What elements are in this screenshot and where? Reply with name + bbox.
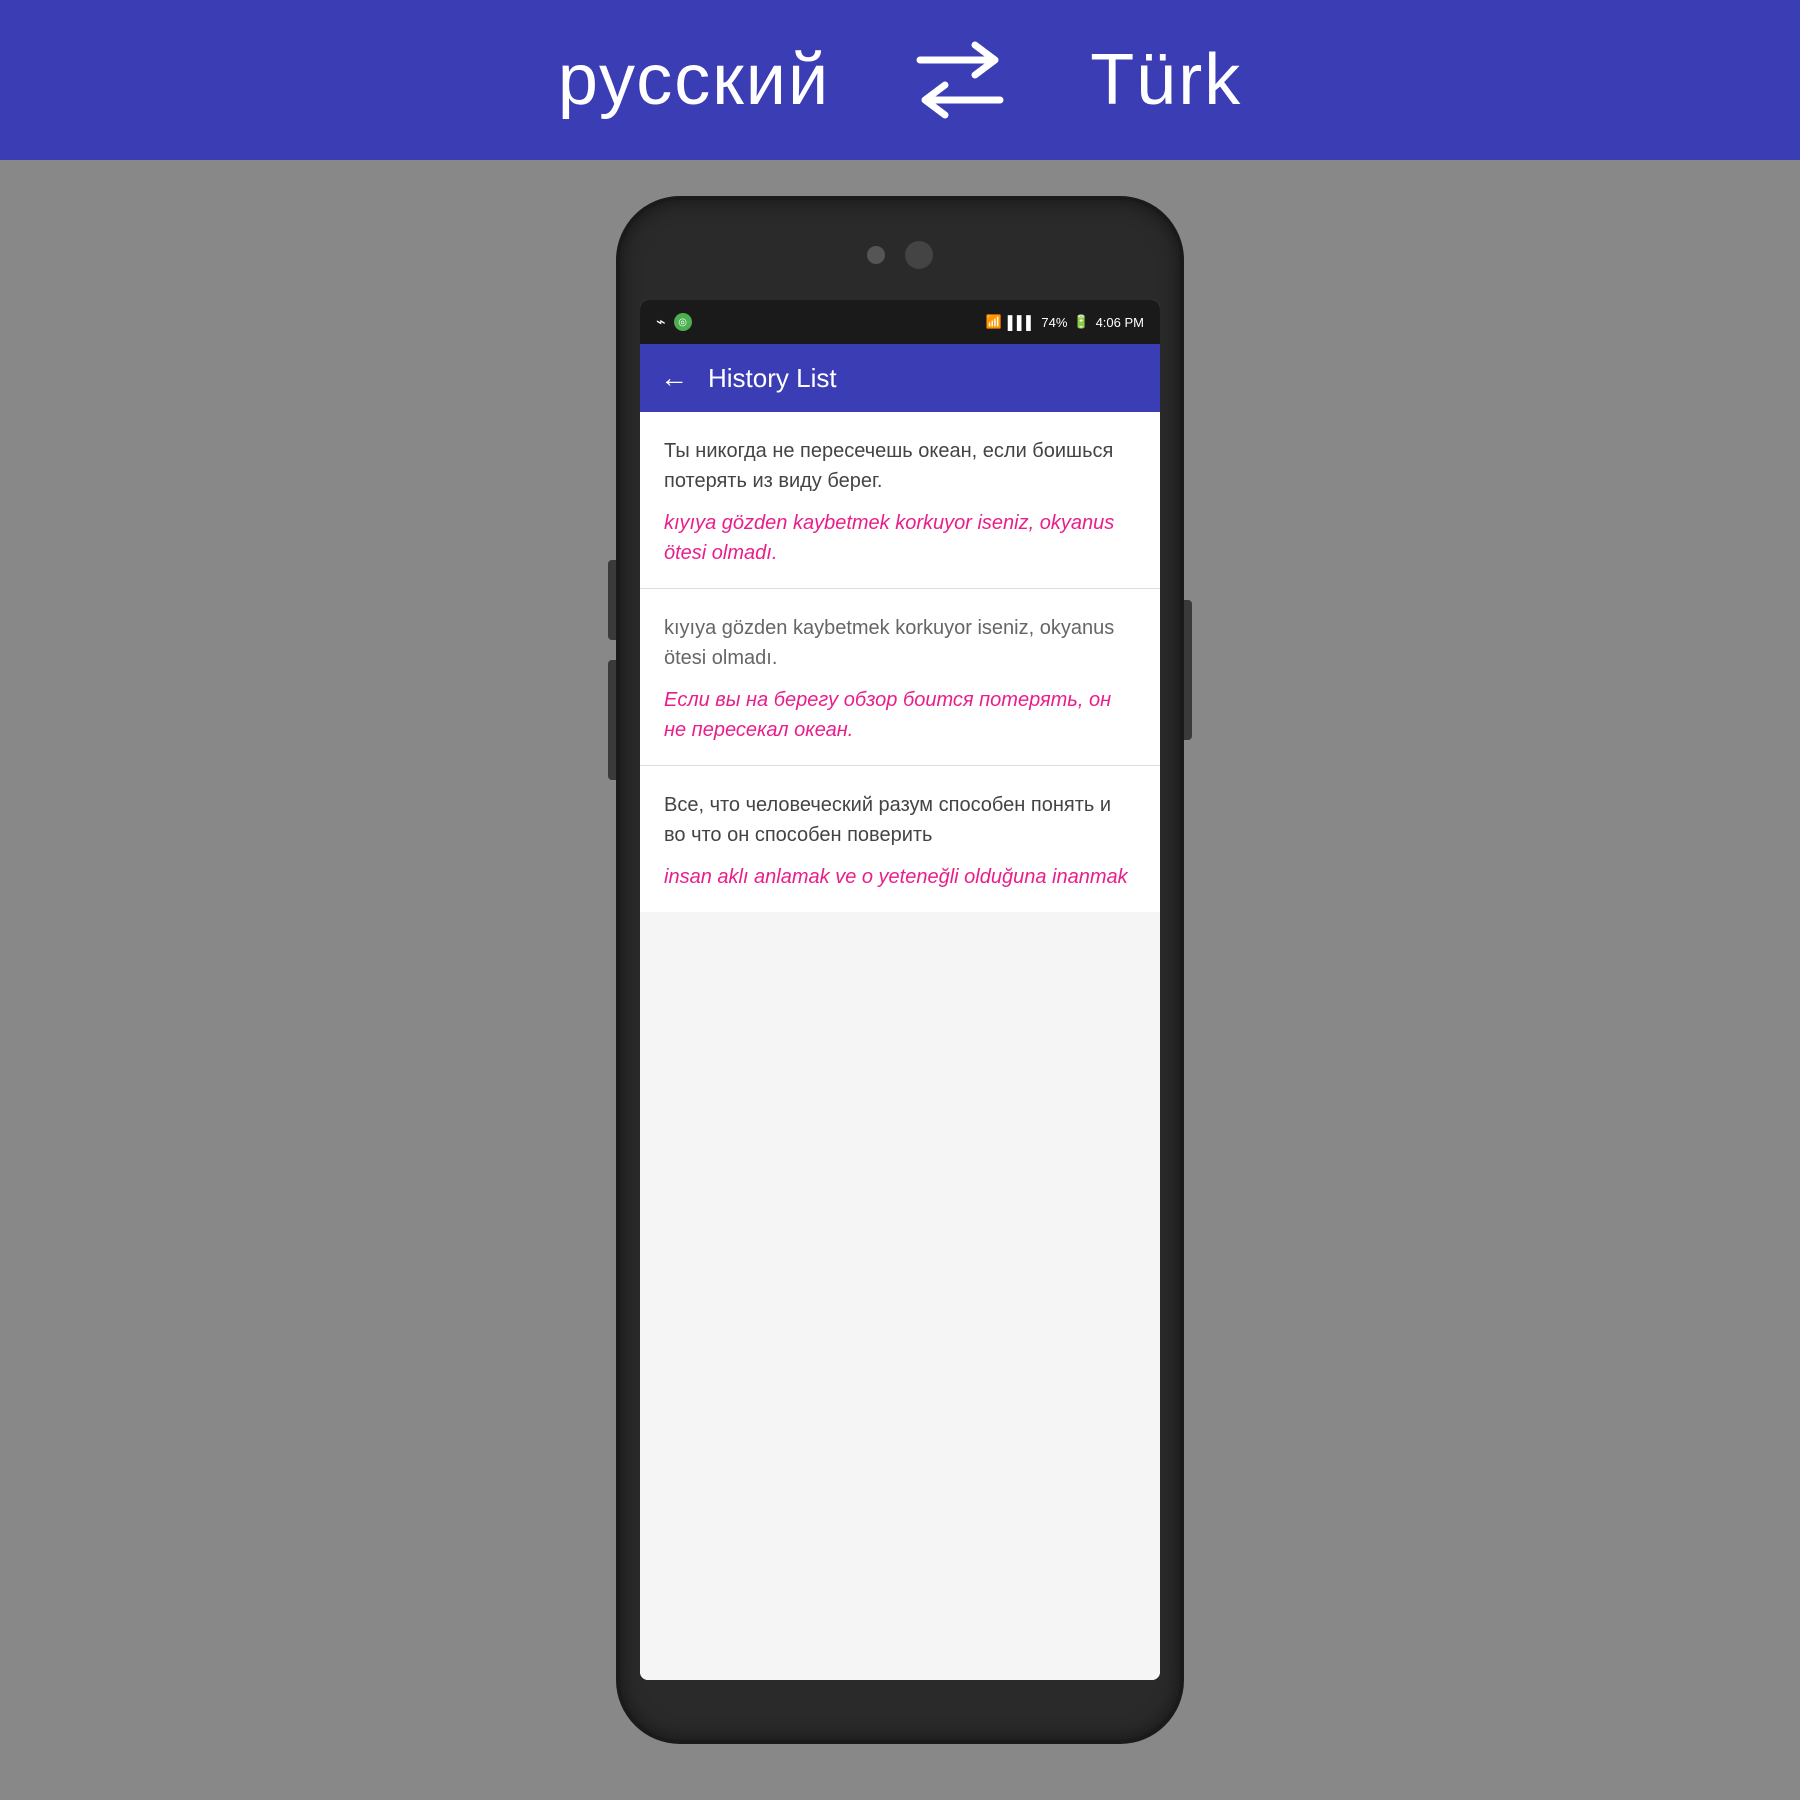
history-list: Ты никогда не пересечешь океан, если бои… [640, 412, 1160, 1680]
location-icon: ◎ [674, 313, 692, 331]
back-button[interactable]: ← [660, 362, 688, 394]
list-item[interactable]: Ты никогда не пересечешь океан, если бои… [640, 412, 1160, 589]
translation-text-1: kıyıya gözden kaybetmek korkuyor iseniz,… [664, 508, 1136, 568]
list-item[interactable]: Все, что человеческий разум способен пон… [640, 766, 1160, 912]
power-button [1180, 600, 1192, 740]
status-bar: ⌁ ◎ 📶 ▌▌▌ 74% 🔋 4:06 PM [640, 300, 1160, 344]
usb-icon: ⌁ [656, 312, 666, 332]
status-right-info: 📶 ▌▌▌ 74% 🔋 4:06 PM [986, 314, 1144, 330]
app-title-bar: ← History List [640, 344, 1160, 412]
translation-text-2: Если вы на берегу обзор боится потерять,… [664, 685, 1136, 745]
list-item[interactable]: kıyıya gözden kaybetmek korkuyor iseniz,… [640, 589, 1160, 766]
earpiece-speaker [905, 241, 933, 269]
top-language-bar: русский Türk [0, 0, 1800, 160]
status-left-icons: ⌁ ◎ [656, 312, 692, 332]
wifi-icon: 📶 [986, 314, 1002, 330]
original-text-2: kıyıya gözden kaybetmek korkuyor iseniz,… [664, 613, 1136, 673]
original-text-1: Ты никогда не пересечешь океан, если бои… [664, 436, 1136, 496]
swap-languages-button[interactable] [910, 35, 1010, 125]
signal-bars: ▌▌▌ [1008, 315, 1036, 330]
phone-screen: ⌁ ◎ 📶 ▌▌▌ 74% 🔋 4:06 PM ← History List Т… [640, 300, 1160, 1680]
target-language-label: Türk [1090, 39, 1242, 121]
phone-mockup: ⌁ ◎ 📶 ▌▌▌ 74% 🔋 4:06 PM ← History List Т… [620, 200, 1180, 1760]
clock: 4:06 PM [1096, 315, 1144, 330]
battery-percentage: 74% [1041, 315, 1067, 330]
volume-down-button [608, 660, 620, 780]
translation-text-3: insan aklı anlamak ve o yeteneğli olduğu… [664, 862, 1136, 892]
front-camera [867, 246, 885, 264]
source-language-label: русский [558, 39, 830, 121]
original-text-3: Все, что человеческий разум способен пон… [664, 790, 1136, 850]
volume-up-button [608, 560, 620, 640]
page-title: History List [708, 363, 837, 394]
phone-top-bezel [620, 220, 1180, 290]
battery-icon: 🔋 [1073, 314, 1089, 330]
